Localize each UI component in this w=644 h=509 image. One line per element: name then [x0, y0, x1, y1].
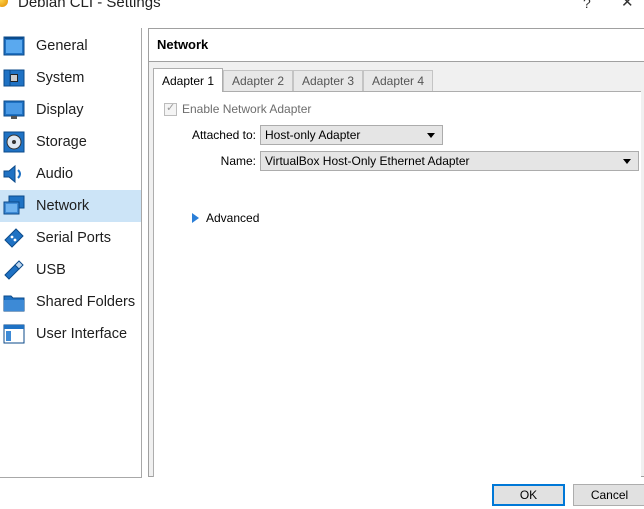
serial-port-icon: [4, 228, 24, 248]
sidebar-item-label: Storage: [36, 134, 87, 150]
adapter-name-value: VirtualBox Host-Only Ethernet Adapter: [265, 154, 470, 168]
sidebar-item-display[interactable]: Display: [0, 94, 141, 126]
display-monitor-icon: [3, 100, 25, 119]
attached-to-select[interactable]: Host-only Adapter: [260, 125, 443, 145]
sidebar-item-label: System: [36, 70, 85, 86]
name-label: Name:: [220, 154, 256, 168]
tab-adapter-4[interactable]: Adapter 4: [363, 70, 433, 91]
network-icon: [3, 195, 25, 215]
sidebar-item-general[interactable]: General: [0, 30, 141, 62]
title-bar: Debian CLI - Settings ? ✕: [0, 0, 644, 14]
section-header: Network: [149, 29, 644, 62]
shared-folder-icon: [3, 295, 25, 312]
page-title: Network: [157, 37, 209, 52]
user-interface-icon: [3, 324, 25, 344]
sidebar-item-label: General: [36, 38, 88, 54]
sidebar-item-audio[interactable]: Audio: [0, 158, 141, 190]
chevron-down-icon: [427, 133, 435, 138]
sidebar-item-user-interface[interactable]: User Interface: [0, 318, 141, 350]
general-icon: [3, 36, 25, 56]
tab-adapter-2[interactable]: Adapter 2: [223, 70, 293, 91]
attached-to-label: Attached to:: [191, 128, 256, 142]
sidebar-item-label: Network: [36, 198, 90, 214]
checkmark-icon: ✓: [166, 102, 176, 114]
settings-sidebar: General System Display Storage Audio Net…: [0, 28, 142, 478]
tab-adapter-3[interactable]: Adapter 3: [293, 70, 363, 91]
sidebar-item-serial-ports[interactable]: Serial Ports: [0, 222, 141, 254]
sidebar-item-label: Shared Folders: [36, 294, 136, 310]
sidebar-item-label: Display: [36, 102, 84, 118]
usb-icon: [4, 260, 24, 280]
help-button[interactable]: ?: [583, 0, 591, 12]
attached-to-value: Host-only Adapter: [265, 128, 361, 142]
enable-network-adapter-label: Enable Network Adapter: [182, 102, 312, 116]
enable-network-adapter-checkbox[interactable]: ✓: [164, 102, 177, 116]
chevron-down-icon: [623, 159, 631, 164]
sidebar-item-label: USB: [36, 262, 66, 278]
sidebar-item-network[interactable]: Network: [0, 190, 141, 222]
adapter-tab-pane: ✓ Enable Network Adapter Attached to: Ho…: [153, 91, 641, 477]
adapter-name-select[interactable]: VirtualBox Host-Only Ethernet Adapter: [260, 151, 639, 171]
advanced-label: Advanced: [206, 211, 260, 225]
app-icon: [0, 0, 8, 7]
sidebar-item-storage[interactable]: Storage: [0, 126, 141, 158]
sidebar-item-system[interactable]: System: [0, 62, 141, 94]
storage-disk-icon: [3, 131, 25, 153]
sidebar-item-label: Audio: [36, 166, 74, 182]
window-title: Debian CLI - Settings: [18, 0, 161, 11]
sidebar-item-usb[interactable]: USB: [0, 254, 141, 286]
settings-content-pane: Network Adapter 1 Adapter 2 Adapter 3 Ad…: [148, 28, 644, 477]
cancel-button[interactable]: Cancel: [573, 484, 644, 506]
system-chip-icon: [3, 69, 25, 87]
close-button[interactable]: ✕: [621, 0, 634, 12]
ok-button[interactable]: OK: [492, 484, 565, 506]
audio-speaker-icon: [3, 164, 21, 184]
sidebar-item-label: User Interface: [36, 326, 128, 342]
sidebar-item-shared-folders[interactable]: Shared Folders: [0, 286, 141, 318]
sidebar-item-label: Serial Ports: [36, 230, 111, 246]
tab-adapter-1[interactable]: Adapter 1: [153, 68, 223, 92]
expand-arrow-icon: [192, 213, 199, 223]
